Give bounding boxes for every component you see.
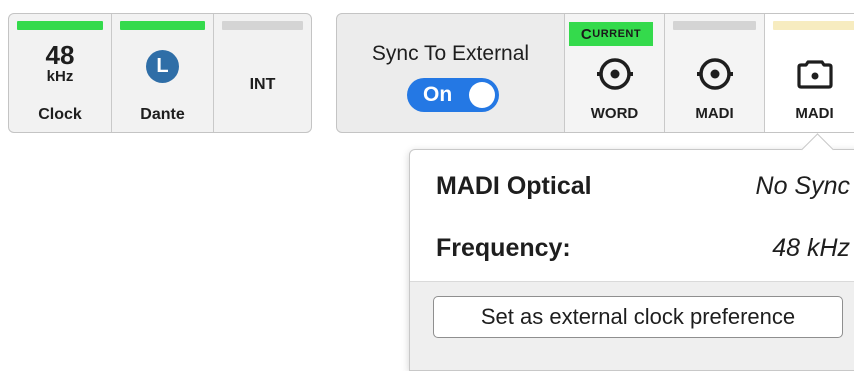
- sync-panel: Sync To External On C URRENT WORD MADI M…: [336, 13, 854, 133]
- frequency-label: Frequency:: [436, 234, 571, 262]
- source-word[interactable]: C URRENT WORD: [564, 14, 664, 132]
- popover-header-row: MADI Optical No Sync: [436, 172, 850, 201]
- bnc-connector-icon: [597, 58, 633, 90]
- clock-status-bar: [17, 21, 103, 30]
- dante-cell[interactable]: L Dante: [111, 14, 213, 132]
- bnc-connector-icon: [697, 58, 733, 90]
- source-madi-optical[interactable]: MADI: [764, 14, 854, 132]
- internal-clock-cell[interactable]: INT: [213, 14, 311, 132]
- clock-rate-value: 48: [45, 40, 75, 70]
- optical-connector-icon: [797, 60, 833, 89]
- dante-label: Dante: [140, 106, 185, 123]
- toggle-label: On: [423, 83, 453, 106]
- frequency-value: 48 kHz: [772, 234, 850, 262]
- sync-status: No Sync: [755, 172, 850, 200]
- source-label: MADI: [695, 105, 734, 122]
- source-label: MADI: [795, 105, 834, 122]
- madi-optical-popover: MADI Optical No Sync Frequency: 48 kHz S…: [409, 149, 854, 371]
- clock-label: Clock: [38, 106, 82, 123]
- sync-to-external-label: Sync To External: [371, 42, 530, 65]
- set-clock-preference-button[interactable]: Set as external clock preference: [433, 296, 843, 338]
- source-label: WORD: [590, 105, 639, 122]
- frequency-row: Frequency: 48 kHz: [436, 234, 850, 263]
- source-status-bar: [673, 21, 756, 30]
- source-status-bar: [773, 21, 854, 30]
- current-badge: C URRENT: [569, 22, 653, 46]
- toggle-knob: [469, 82, 495, 108]
- popover-title: MADI Optical: [436, 172, 592, 200]
- clock-rate-unit: kHz: [46, 68, 74, 85]
- dante-leader-icon: L: [146, 50, 179, 83]
- int-label: INT: [249, 76, 276, 93]
- clock-status-panel: 48 kHz Clock L Dante INT: [8, 13, 312, 133]
- int-status-bar: [222, 21, 303, 30]
- source-madi-coax[interactable]: MADI: [664, 14, 764, 132]
- sync-toggle[interactable]: On: [407, 78, 499, 112]
- clock-rate-cell[interactable]: 48 kHz Clock: [9, 14, 111, 132]
- popover-footer: Set as external clock preference: [410, 281, 854, 370]
- sync-to-external-section: Sync To External On: [337, 14, 564, 132]
- dante-status-bar: [120, 21, 205, 30]
